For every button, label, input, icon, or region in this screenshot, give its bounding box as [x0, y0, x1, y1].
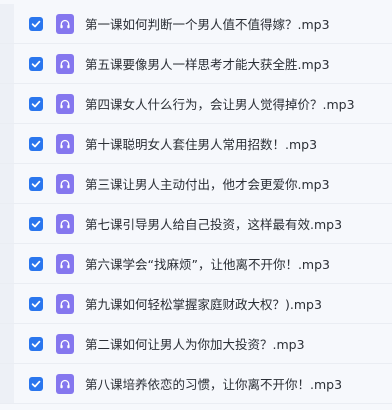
file-name[interactable]: 第十课聪明女人套住男人常用招数！.mp3	[85, 134, 384, 153]
file-row[interactable]: 第一课如何判断一个男人值不值得嫁？.mp3	[0, 4, 392, 44]
file-row[interactable]: 第十课聪明女人套住男人常用招数！.mp3	[0, 124, 392, 164]
row-strip	[0, 204, 14, 243]
headphones-icon	[60, 139, 70, 148]
checkmark-icon	[31, 60, 41, 67]
audio-file-icon	[56, 373, 74, 394]
checkmark-icon	[31, 260, 41, 267]
audio-file-icon	[56, 333, 74, 354]
file-row[interactable]: 第九课如何轻松掌握家庭财政大权？).mp3	[0, 284, 392, 324]
file-name[interactable]: 第六课学会“找麻烦”，让他离不开你！.mp3	[85, 254, 384, 273]
file-name[interactable]: 第八课培养依恋的习惯，让你离不开你！.mp3	[85, 374, 384, 393]
file-name[interactable]: 第一课如何判断一个男人值不值得嫁？.mp3	[85, 14, 384, 33]
audio-file-icon	[56, 93, 74, 114]
checkmark-icon	[31, 220, 41, 227]
row-strip	[0, 284, 14, 323]
file-checkbox[interactable]	[29, 296, 43, 311]
file-checkbox[interactable]	[29, 216, 43, 231]
file-row[interactable]: 第二课如何让男人为你加大投资？.mp3	[0, 324, 392, 364]
checkmark-icon	[31, 140, 41, 147]
audio-file-icon	[56, 133, 74, 154]
audio-file-icon	[56, 173, 74, 194]
file-name[interactable]: 第三课让男人主动付出，他才会更爱你.mp3	[85, 174, 384, 193]
row-strip	[0, 364, 14, 403]
headphones-icon	[60, 59, 70, 68]
audio-file-icon	[56, 253, 74, 274]
file-name[interactable]: 第九课如何轻松掌握家庭财政大权？).mp3	[85, 294, 384, 313]
file-checkbox[interactable]	[29, 376, 43, 391]
file-checkbox[interactable]	[29, 336, 43, 351]
file-checkbox[interactable]	[29, 16, 43, 31]
headphones-icon	[60, 379, 70, 388]
audio-file-icon	[56, 13, 74, 34]
file-checkbox[interactable]	[29, 136, 43, 151]
file-checkbox[interactable]	[29, 256, 43, 271]
row-strip	[0, 244, 14, 283]
checkmark-icon	[31, 380, 41, 387]
headphones-icon	[60, 179, 70, 188]
headphones-icon	[60, 259, 70, 268]
checkmark-icon	[31, 180, 41, 187]
row-strip	[0, 164, 14, 203]
headphones-icon	[60, 99, 70, 108]
row-strip	[0, 4, 14, 43]
audio-file-icon	[56, 53, 74, 74]
file-checkbox[interactable]	[29, 96, 43, 111]
file-name[interactable]: 第五课要像男人一样思考才能大获全胜.mp3	[85, 54, 384, 73]
row-strip	[0, 84, 14, 123]
headphones-icon	[60, 219, 70, 228]
file-checkbox[interactable]	[29, 56, 43, 71]
checkmark-icon	[31, 100, 41, 107]
file-row[interactable]: 第三课让男人主动付出，他才会更爱你.mp3	[0, 164, 392, 204]
headphones-icon	[60, 19, 70, 28]
row-strip	[0, 124, 14, 163]
row-strip	[0, 324, 14, 363]
file-row[interactable]: 第七课引导男人给自己投资，这样最有效.mp3	[0, 204, 392, 244]
file-list: 第一课如何判断一个男人值不值得嫁？.mp3 第五课要像男人一样思考才能大获全胜.…	[0, 0, 392, 410]
file-name[interactable]: 第四课女人什么行为，会让男人觉得掉价？.mp3	[85, 94, 384, 113]
file-row[interactable]: 第四课女人什么行为，会让男人觉得掉价？.mp3	[0, 84, 392, 124]
file-name[interactable]: 第二课如何让男人为你加大投资？.mp3	[85, 334, 384, 353]
headphones-icon	[60, 339, 70, 348]
checkmark-icon	[31, 20, 41, 27]
checkmark-icon	[31, 340, 41, 347]
audio-file-icon	[56, 293, 74, 314]
audio-file-icon	[56, 213, 74, 234]
file-row[interactable]: 第八课培养依恋的习惯，让你离不开你！.mp3	[0, 364, 392, 404]
headphones-icon	[60, 299, 70, 308]
file-row[interactable]: 第五课要像男人一样思考才能大获全胜.mp3	[0, 44, 392, 84]
row-strip	[0, 44, 14, 83]
file-name[interactable]: 第七课引导男人给自己投资，这样最有效.mp3	[85, 214, 384, 233]
file-checkbox[interactable]	[29, 176, 43, 191]
checkmark-icon	[31, 300, 41, 307]
file-row[interactable]: 第六课学会“找麻烦”，让他离不开你！.mp3	[0, 244, 392, 284]
